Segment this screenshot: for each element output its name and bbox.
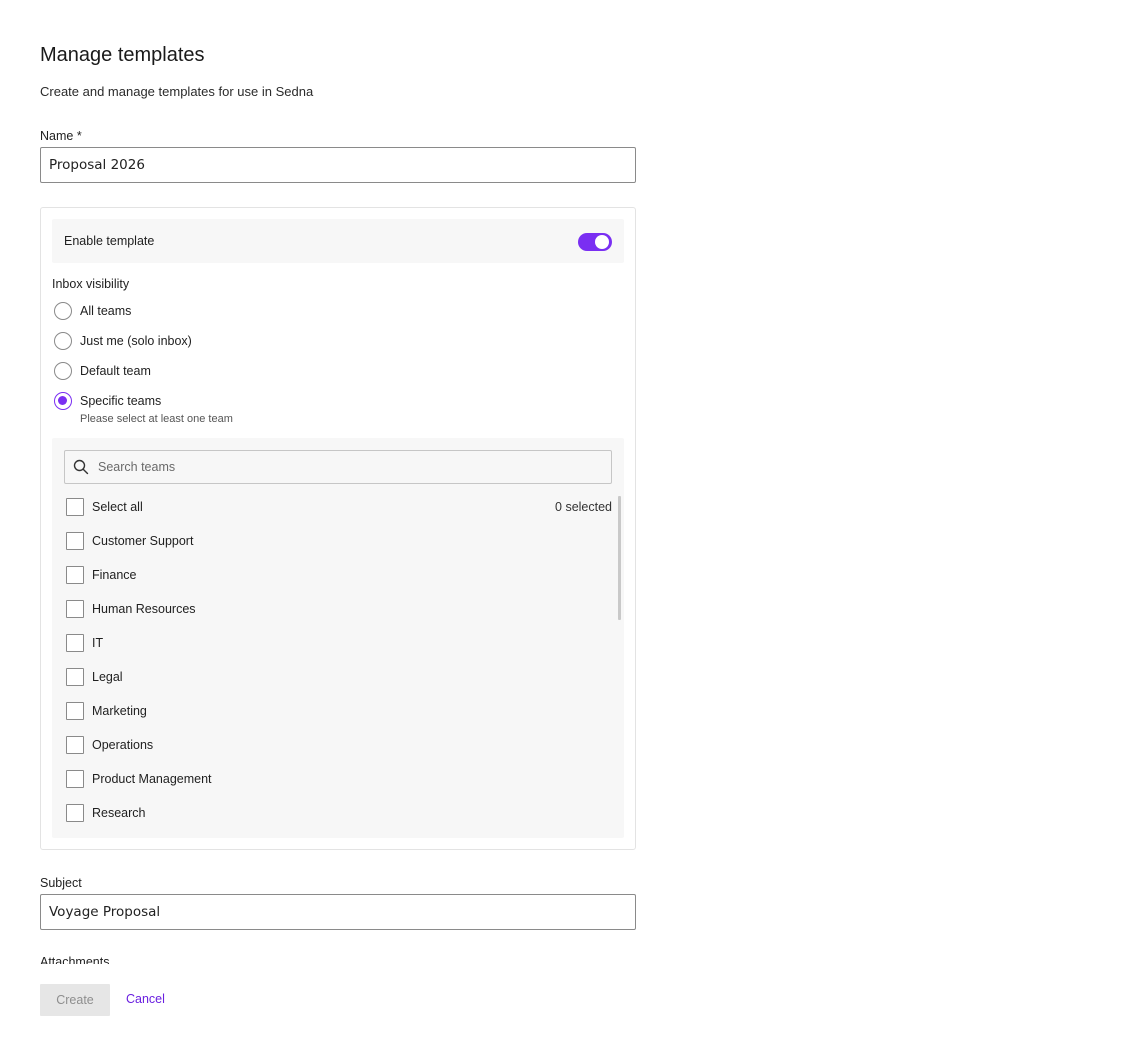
team-label: IT xyxy=(92,636,104,650)
team-item[interactable]: Research xyxy=(66,803,146,823)
enable-template-toggle[interactable] xyxy=(578,233,612,251)
team-item[interactable]: Human Resources xyxy=(66,599,196,619)
team-item[interactable]: Operations xyxy=(66,735,153,755)
team-checkbox[interactable] xyxy=(66,668,84,686)
radio-label: Default team xyxy=(80,364,151,378)
specific-teams-hint: Please select at least one team xyxy=(80,413,233,425)
page-title: Manage templates xyxy=(40,44,205,66)
select-all-label: Select all xyxy=(92,500,143,514)
team-item[interactable]: Marketing xyxy=(66,701,147,721)
name-input[interactable] xyxy=(40,147,636,183)
team-checkbox[interactable] xyxy=(66,770,84,788)
name-label: Name * xyxy=(40,129,82,143)
team-item[interactable]: Product Management xyxy=(66,769,212,789)
radio-button[interactable] xyxy=(54,302,72,320)
team-checkbox[interactable] xyxy=(66,634,84,652)
team-label: Legal xyxy=(92,670,123,684)
team-label: Operations xyxy=(92,738,154,752)
teams-selector: Select all 0 selected Customer Support F… xyxy=(52,438,624,838)
attachments-label: Attachments xyxy=(40,955,110,964)
team-label: Marketing xyxy=(92,704,147,718)
team-item[interactable]: Customer Support xyxy=(66,531,193,551)
enable-template-label: Enable template xyxy=(64,234,155,248)
team-checkbox[interactable] xyxy=(66,566,84,584)
radio-specific-teams[interactable]: Specific teams xyxy=(54,391,161,411)
team-item[interactable]: Legal xyxy=(66,667,123,687)
team-label: Research xyxy=(92,806,146,820)
radio-label: Just me (solo inbox) xyxy=(80,334,192,348)
team-checkbox[interactable] xyxy=(66,702,84,720)
manage-templates-page: Manage templates Create and manage templ… xyxy=(0,0,1133,1040)
team-search-input[interactable] xyxy=(98,451,598,483)
team-search-box xyxy=(64,450,612,484)
page-subtitle: Create and manage templates for use in S… xyxy=(40,84,314,99)
team-item[interactable]: Finance xyxy=(66,565,136,585)
team-label: Product Management xyxy=(92,772,212,786)
team-label: Customer Support xyxy=(92,534,194,548)
enable-template-row: Enable template xyxy=(52,219,624,263)
team-label: Human Resources xyxy=(92,602,196,616)
team-label: Finance xyxy=(92,568,137,582)
visibility-panel: Enable template Inbox visibility All tea… xyxy=(40,207,636,850)
create-button[interactable]: Create xyxy=(40,984,110,1016)
radio-all-teams[interactable]: All teams xyxy=(54,301,131,321)
team-item[interactable]: IT xyxy=(66,633,103,653)
radio-default-team[interactable]: Default team xyxy=(54,361,151,381)
subject-input[interactable] xyxy=(40,894,636,930)
selected-count: 0 selected xyxy=(555,500,612,514)
cancel-button[interactable]: Cancel xyxy=(126,992,165,1006)
team-checkbox[interactable] xyxy=(66,736,84,754)
radio-just-me[interactable]: Just me (solo inbox) xyxy=(54,331,192,351)
team-checkbox[interactable] xyxy=(66,600,84,618)
toggle-knob xyxy=(595,235,609,249)
radio-label: All teams xyxy=(80,304,132,318)
team-list-scrollbar[interactable] xyxy=(618,496,621,620)
team-checkbox[interactable] xyxy=(66,804,84,822)
subject-label: Subject xyxy=(40,876,82,890)
select-all-checkbox[interactable] xyxy=(66,498,84,516)
inbox-visibility-label: Inbox visibility xyxy=(52,277,130,291)
search-icon xyxy=(73,459,89,475)
radio-label: Specific teams xyxy=(80,394,162,408)
team-checkbox[interactable] xyxy=(66,532,84,550)
radio-button[interactable] xyxy=(54,332,72,350)
select-all-row[interactable]: Select all xyxy=(66,497,143,517)
radio-button[interactable] xyxy=(54,362,72,380)
radio-button-selected[interactable] xyxy=(54,392,72,410)
